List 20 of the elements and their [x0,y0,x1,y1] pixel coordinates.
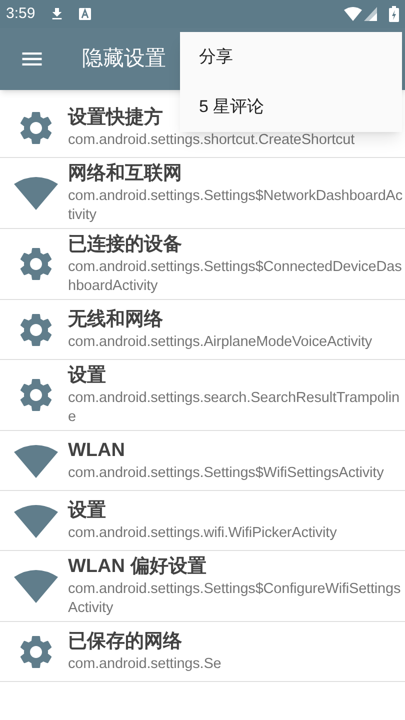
item-subtitle: com.android.settings.Settings$WifiSettingsActivity [68,464,384,483]
item-subtitle: com.android.settings.shortcut.CreateShortcut [68,131,355,150]
item-subtitle: com.android.settings.AirplaneModeVoiceActivity [68,333,372,352]
item-title: 无线和网络 [68,308,163,332]
item-title: 已连接的设备 [68,232,182,257]
status-time: 3:59 [6,4,36,24]
item-title: 已保存的网络 [68,630,182,654]
toolbar-title: 隐藏设置 [82,46,166,72]
item-title: WLAN [68,439,125,463]
item-title: 设置 [68,364,106,388]
item-subtitle: com.android.settings.Se [68,655,222,674]
item-subtitle: com.android.settings.Settings$NetworkDashboardActivity [68,187,403,225]
item-subtitle: com.android.settings.Settings$ConnectedDeviceDashboardActivity [68,258,403,296]
item-title: 设置快捷方 [68,106,163,130]
item-title: 设置 [68,499,106,523]
item-subtitle: com.android.settings.wifi.WifiPickerActivity [68,524,337,543]
item-subtitle: com.android.settings.search.SearchResultTrampoline [68,389,400,427]
item-title: WLAN 偏好设置 [68,555,206,579]
item-title: 网络和互联网 [68,162,182,186]
item-subtitle: com.android.settings.Settings$ConfigureWifiSettingsActivity [68,580,402,618]
